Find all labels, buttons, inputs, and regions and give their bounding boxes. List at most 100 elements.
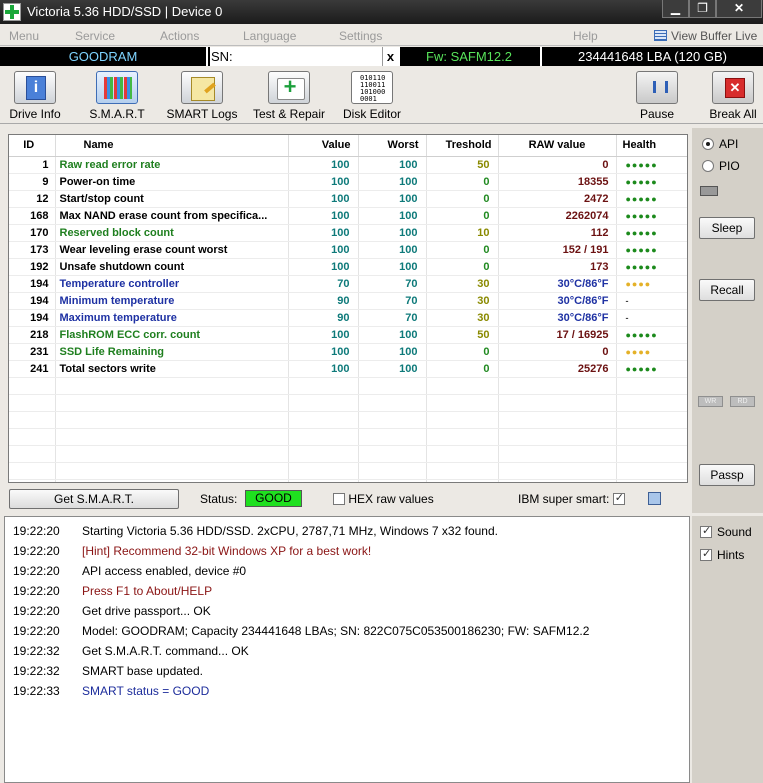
col-id[interactable]: ID [9,135,56,157]
log-time: 19:22:20 [13,564,60,578]
table-row[interactable]: 194 Temperature controller 70 70 30 30°C/86°F… [9,275,687,293]
attr-worst-cell: 100 [358,207,427,225]
get-smart-button[interactable]: Get S.M.A.R.T. [9,489,179,509]
api-radio[interactable]: API [702,137,738,151]
drive-info-button[interactable]: Drive Info [6,71,64,121]
close-button[interactable]: ✕ [716,0,762,18]
window-title: Victoria 5.36 HDD/SSD | Device 0 [27,4,223,19]
col-raw[interactable]: RAW value [498,135,617,157]
color-indicator-square[interactable] [648,492,661,505]
table-row[interactable]: 173 Wear leveling erase count worst 100 100… [9,241,687,259]
col-health[interactable]: Health [616,135,687,157]
attr-id-cell: 9 [9,173,56,191]
empty-cell [498,411,617,429]
break-all-button[interactable]: Break All [706,71,760,121]
pio-label: PIO [719,159,740,173]
attr-treshold-cell: 0 [426,190,499,208]
drive-model: GOODRAM [0,47,208,66]
menu-help[interactable]: Help [573,29,598,43]
drive-firmware: Fw: SAFM12.2 [398,47,538,66]
empty-cell [9,377,56,395]
log-line: 19:22:20 Press F1 to About/HELP [5,581,689,601]
attr-worst-cell: 100 [358,224,427,242]
radio-checked-icon [702,138,714,150]
table-row[interactable]: 218 FlashROM ECC corr. count 100 100 50 17 / … [9,326,687,344]
menu-settings[interactable]: Settings [339,29,382,43]
pause-icon [636,71,678,104]
table-row[interactable]: 1 Raw read error rate 100 100 50 0 ●●●●● [9,156,687,174]
attr-raw-cell: 0 [498,343,617,361]
table-row[interactable]: 12 Start/stop count 100 100 0 2472 ●●●●● [9,190,687,208]
menu-language[interactable]: Language [243,29,296,43]
sound-checkbox[interactable]: Sound [700,524,752,539]
table-row[interactable]: 168 Max NAND erase count from specifica..… [9,207,687,225]
log-message: [Hint] Recommend 32-bit Windows XP for a… [82,544,372,558]
pause-button[interactable]: Pause [634,71,680,121]
attr-raw-cell: 152 / 191 [498,241,617,259]
table-row[interactable]: 192 Unsafe shutdown count 100 100 0 173 ●●●●● [9,258,687,276]
attr-value-cell: 100 [288,224,359,242]
log-time: 19:22:33 [13,684,60,698]
recall-button[interactable]: Recall [699,279,755,301]
empty-cell [288,479,359,482]
event-log[interactable]: 19:22:20 Starting Victoria 5.36 HDD/SSD. … [4,516,690,783]
table-row[interactable]: 194 Minimum temperature 90 70 30 30°C/86°F - [9,292,687,310]
right-control-panel: API PIO Sleep Recall WR RD Passp [692,128,763,513]
empty-cell [55,411,289,429]
log-message: Get S.M.A.R.T. command... OK [82,644,249,658]
test-repair-button[interactable]: Test & Repair [250,71,328,121]
activity-led-indicator [700,186,718,196]
empty-cell [498,462,617,480]
smart-logs-button[interactable]: SMART Logs [164,71,240,121]
attr-health-cell: ●●●●● [616,241,687,259]
table-row[interactable]: 194 Maximum temperature 90 70 30 30°C/86°F - [9,309,687,327]
attr-raw-cell: 30°C/86°F [498,309,617,327]
pio-radio[interactable]: PIO [702,159,740,173]
info-icon [14,71,56,104]
attr-value-cell: 100 [288,156,359,174]
disk-editor-button[interactable]: 010110 110011 101000 0001 Disk Editor [340,71,404,121]
attr-raw-cell: 0 [498,156,617,174]
view-buffer-button[interactable]: View Buffer Live [654,29,757,43]
log-time: 19:22:20 [13,584,60,598]
passp-button[interactable]: Passp [699,464,755,486]
table-row[interactable]: 241 Total sectors write 100 100 0 25276 ●●●●● [9,360,687,378]
table-row[interactable]: 170 Reserved block count 100 100 10 112 ●●●●● [9,224,687,242]
ibm-super-smart-checkbox[interactable]: IBM super smart: [518,491,625,506]
attr-worst-cell: 100 [358,326,427,344]
log-line: 19:22:32 SMART base updated. [5,661,689,681]
col-name[interactable]: Name [55,135,289,157]
attr-value-cell: 100 [288,258,359,276]
log-time: 19:22:20 [13,524,60,538]
smart-tab-button[interactable]: S.M.A.R.T [84,71,150,121]
menu-menu[interactable]: Menu [9,29,39,43]
maximize-button[interactable]: ❐ [689,0,716,18]
hints-checkbox[interactable]: Hints [700,547,744,562]
table-row[interactable]: 9 Power-on time 100 100 0 18355 ●●●●● [9,173,687,191]
log-line: 19:22:20 Model: GOODRAM; Capacity 2344416… [5,621,689,641]
empty-cell [9,445,56,463]
menu-service[interactable]: Service [75,29,115,43]
empty-cell [288,428,359,446]
sleep-button[interactable]: Sleep [699,217,755,239]
table-row[interactable]: 231 SSD Life Remaining 100 100 0 0 ●●●● [9,343,687,361]
col-value[interactable]: Value [288,135,359,157]
menu-actions[interactable]: Actions [160,29,199,43]
attr-treshold-cell: 0 [426,241,499,259]
col-treshold[interactable]: Treshold [426,135,499,157]
serial-close-button[interactable]: x [382,47,398,66]
smart-logs-label: SMART Logs [166,107,238,121]
smart-table-panel: ID Name Value Worst Treshold RAW value H… [8,134,688,483]
attr-value-cell: 100 [288,173,359,191]
minimize-button[interactable]: ▁ [662,0,689,18]
col-worst[interactable]: Worst [358,135,427,157]
attr-value-cell: 100 [288,207,359,225]
attr-treshold-cell: 50 [426,156,499,174]
empty-cell [9,479,56,482]
empty-cell [498,394,617,412]
hex-raw-checkbox[interactable]: HEX raw values [333,492,434,506]
log-time: 19:22:32 [13,644,60,658]
attr-treshold-cell: 30 [426,309,499,327]
attr-health-cell: ●●●●● [616,190,687,208]
binary-data-icon: 010110 110011 101000 0001 [351,71,393,104]
